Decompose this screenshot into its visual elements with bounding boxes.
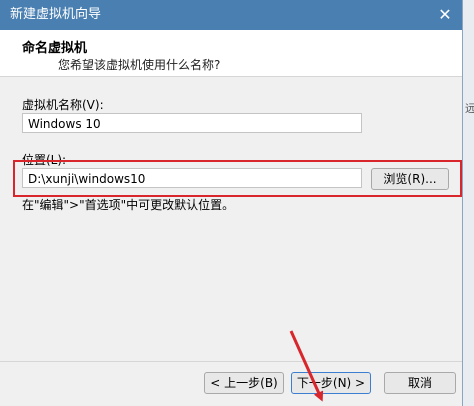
vm-name-label: 虚拟机名称(V): bbox=[22, 98, 104, 112]
next-button[interactable]: 下一步(N) > bbox=[291, 372, 371, 394]
cancel-button[interactable]: 取消 bbox=[384, 372, 456, 394]
new-vm-wizard-window: 新建虚拟机向导 ✕ 命名虚拟机 您希望该虚拟机使用什么名称? 虚拟机名称(V):… bbox=[0, 0, 463, 406]
location-hint: 在"编辑">"首选项"中可更改默认位置。 bbox=[22, 198, 235, 212]
wizard-header: 命名虚拟机 您希望该虚拟机使用什么名称? bbox=[0, 30, 462, 77]
background-window-edge bbox=[463, 0, 474, 406]
vm-name-input[interactable]: Windows 10 bbox=[22, 113, 362, 133]
footer-separator bbox=[0, 361, 462, 362]
page-title: 命名虚拟机 bbox=[22, 41, 88, 56]
location-input[interactable]: D:\xunji\windows10 bbox=[22, 168, 362, 188]
window-title: 新建虚拟机向导 bbox=[10, 7, 102, 22]
background-window-text: 远 bbox=[465, 102, 474, 115]
back-button[interactable]: < 上一步(B) bbox=[204, 372, 284, 394]
page-subtitle: 您希望该虚拟机使用什么名称? bbox=[58, 58, 221, 72]
browse-button[interactable]: 浏览(R)... bbox=[371, 168, 449, 190]
close-icon[interactable]: ✕ bbox=[434, 5, 456, 25]
title-bar: 新建虚拟机向导 ✕ bbox=[0, 0, 462, 30]
